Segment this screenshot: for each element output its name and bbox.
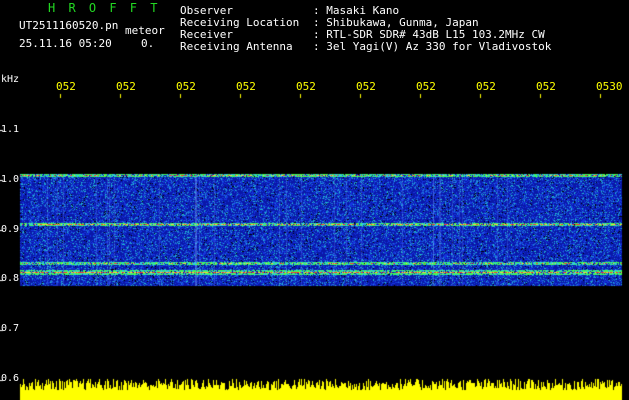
mode-label: meteor: [125, 24, 165, 37]
time-tick-label: 052: [536, 80, 556, 93]
y-tick-label: 0.6: [1, 373, 20, 384]
time-tick-label: 052: [56, 80, 76, 93]
y-tick-label: 0.7: [1, 323, 20, 334]
file-name: UT2511160520.pn: [19, 19, 119, 32]
info-value-antenna: : 3el Yagi(V) Az 330 for Vladivostok: [313, 40, 552, 53]
y-tick-label: 0.8: [1, 273, 20, 284]
time-tick-label: 052: [116, 80, 136, 93]
time-tick-label: 052: [296, 80, 316, 93]
mode-value: 0.: [141, 37, 155, 50]
date-time: 25.11.16 05:20: [19, 37, 112, 50]
spectrogram-canvas: [0, 0, 629, 400]
y-tick-label: 0.9: [1, 224, 20, 235]
time-tick-label: 052: [176, 80, 196, 93]
info-label-antenna: Receiving Antenna: [180, 40, 293, 53]
y-tick-label: 1.0: [1, 174, 20, 185]
y-tick-label: 1.1: [1, 124, 20, 135]
time-tick-label: 052: [236, 80, 256, 93]
time-tick-label: 052: [476, 80, 496, 93]
time-tick-label: 0530: [596, 80, 623, 93]
hrofft-brand: H R O F F T: [48, 1, 161, 15]
time-tick-label: 052: [416, 80, 436, 93]
time-tick-label: 052: [356, 80, 376, 93]
y-axis-unit: kHz: [1, 74, 20, 85]
